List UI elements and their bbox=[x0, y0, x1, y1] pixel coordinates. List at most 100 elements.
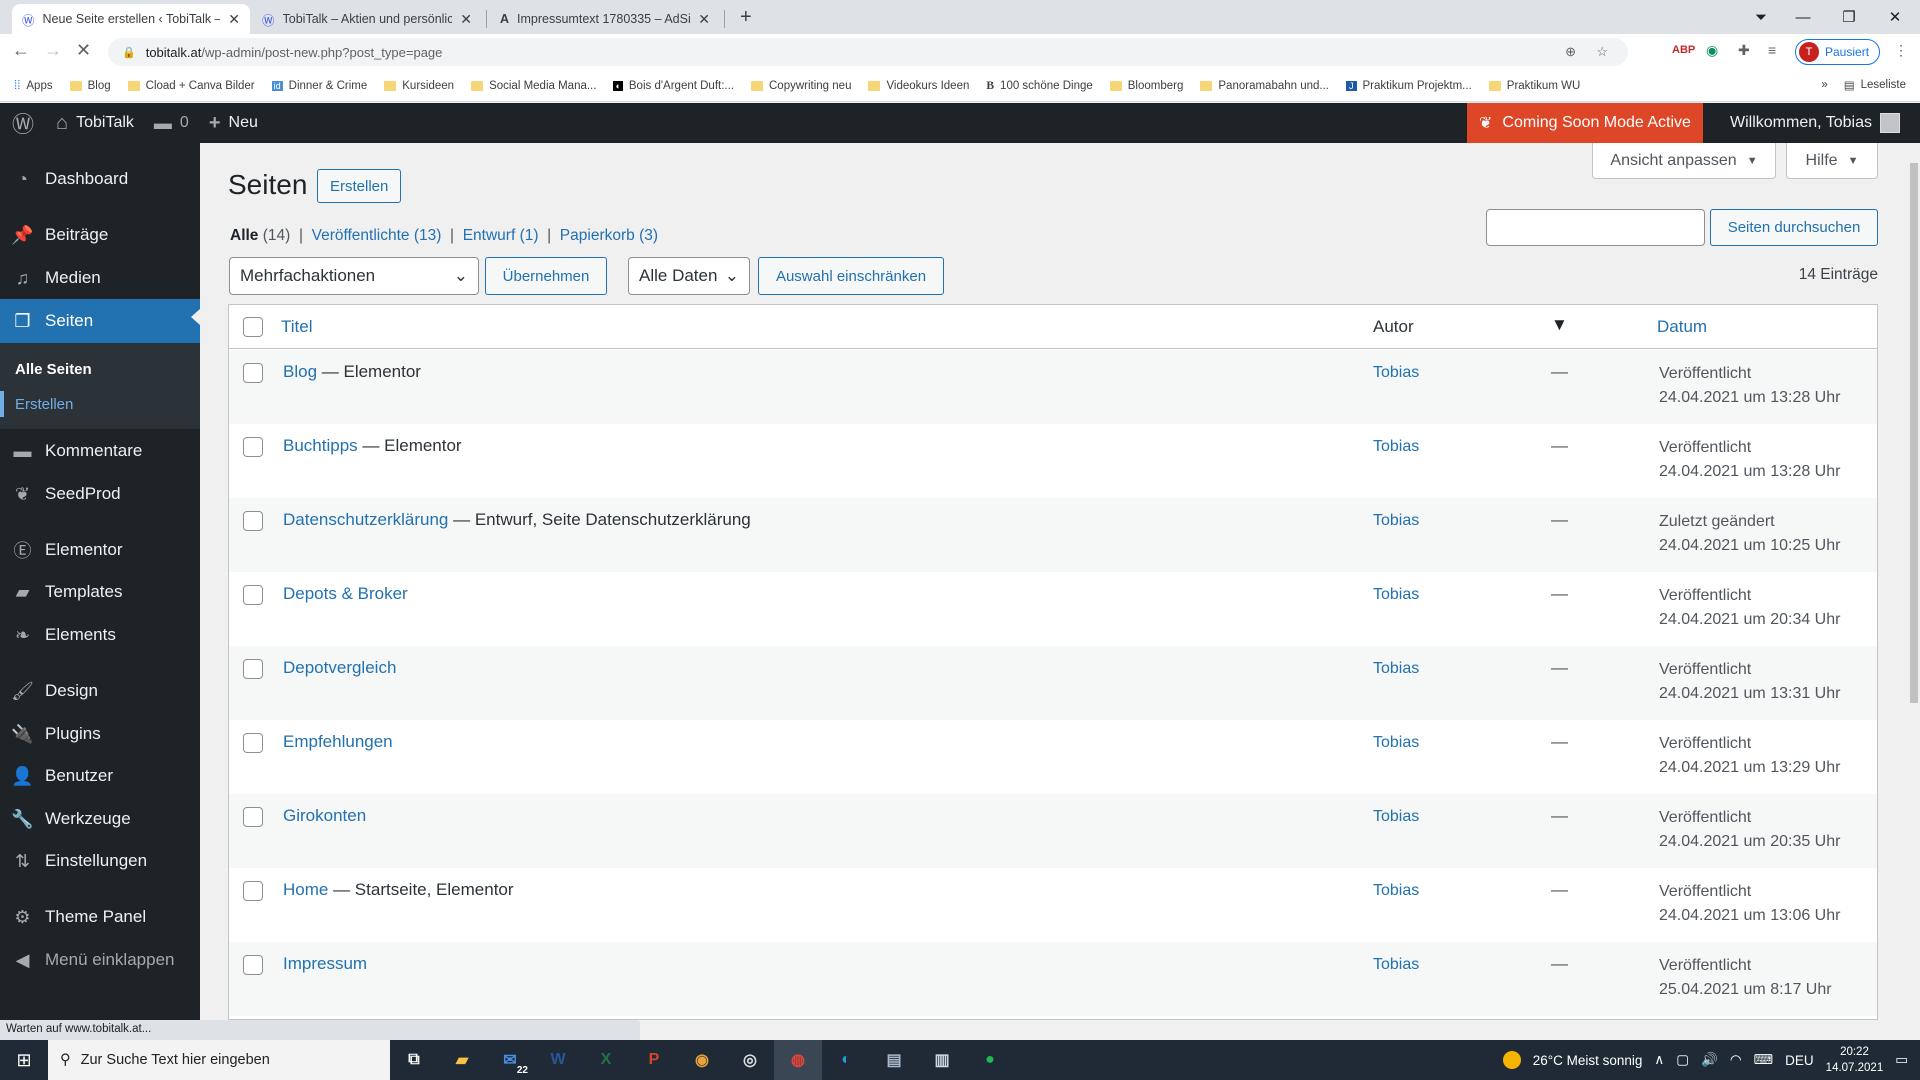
sidebar-item-theme-panel[interactable]: ⚙ Theme Panel bbox=[0, 899, 200, 935]
forward-icon[interactable]: → bbox=[44, 40, 62, 61]
chrome-icon[interactable]: ◍ bbox=[774, 1040, 822, 1080]
row-checkbox[interactable] bbox=[243, 881, 263, 901]
bookmark-item[interactable]: id Dinner & Crime bbox=[271, 80, 367, 92]
extensions-icon[interactable]: ✚ bbox=[1738, 42, 1750, 59]
bookmark-item[interactable]: Panoramabahn und... bbox=[1200, 80, 1329, 92]
obs-icon[interactable]: ◎ bbox=[726, 1040, 774, 1080]
windows-start-button[interactable]: ⊞ bbox=[0, 1040, 48, 1080]
page-title-link[interactable]: Impressum bbox=[283, 954, 367, 973]
profile-button[interactable]: T Pausiert bbox=[1795, 39, 1881, 65]
bookmark-item[interactable]: Cload + Canva Bilder bbox=[127, 80, 255, 92]
date-filter-select[interactable]: Alle Daten ⌄ bbox=[628, 257, 750, 295]
comments-link[interactable]: ▬ 0 bbox=[144, 103, 199, 143]
media-control-icon[interactable]: ≡ bbox=[1768, 42, 1776, 58]
meet-now-icon[interactable]: ▢ bbox=[1676, 1052, 1689, 1068]
volume-icon[interactable]: 🔊 bbox=[1701, 1052, 1718, 1068]
sidebar-item-seedprod[interactable]: ❦ SeedProd bbox=[0, 476, 200, 512]
author-link[interactable]: Tobias bbox=[1373, 438, 1419, 456]
sidebar-item-templates[interactable]: ▰ Templates bbox=[0, 574, 200, 610]
show-hidden-icons[interactable]: ∧ bbox=[1654, 1052, 1664, 1068]
sidebar-item-werkzeuge[interactable]: 🔧 Werkzeuge bbox=[0, 801, 200, 837]
notification-icon[interactable]: ▭ bbox=[1895, 1052, 1908, 1068]
filter-papierkorb[interactable]: Papierkorb (3) bbox=[560, 227, 658, 244]
excel-icon[interactable]: X bbox=[582, 1040, 630, 1080]
page-title-link[interactable]: Girokonten bbox=[283, 806, 366, 825]
sidebar-item-plugins[interactable]: 🔌 Plugins bbox=[0, 716, 200, 752]
bookmark-item[interactable]: Blog bbox=[69, 80, 111, 92]
page-title-link[interactable]: Buchtipps bbox=[283, 436, 358, 455]
author-link[interactable]: Tobias bbox=[1373, 734, 1419, 752]
tab-tobitalk[interactable]: Ⓦ TobiTalk – Aktien und persönliche ✕ bbox=[252, 4, 482, 34]
new-tab-button[interactable]: + bbox=[740, 6, 752, 29]
close-tab-icon[interactable]: ✕ bbox=[698, 11, 710, 28]
tab-impressum[interactable]: A Impressumtext 1780335 – AdSim ✕ bbox=[490, 4, 720, 34]
filter-veroeffentlichte[interactable]: Veröffentlichte (13) bbox=[312, 227, 442, 244]
bookmark-item[interactable]: J Praktikum Projektm... bbox=[1346, 80, 1472, 92]
reading-list-button[interactable]: ▤ Leseliste bbox=[1844, 78, 1906, 92]
restore-button[interactable]: ❐ bbox=[1826, 0, 1872, 34]
tab-search-icon[interactable]: ⏷ bbox=[1738, 0, 1784, 34]
clock[interactable]: 20:22 14.07.2021 bbox=[1826, 1044, 1884, 1076]
add-new-page-button[interactable]: Erstellen bbox=[317, 169, 402, 203]
help-button[interactable]: Hilfe ▼ bbox=[1786, 143, 1878, 179]
bookmark-item[interactable]: Copywriting neu bbox=[751, 80, 851, 92]
back-icon[interactable]: ← bbox=[12, 40, 30, 61]
page-title-link[interactable]: Depots & Broker bbox=[283, 584, 408, 603]
powerpoint-icon[interactable]: P bbox=[630, 1040, 678, 1080]
app-icon[interactable]: ◉ bbox=[678, 1040, 726, 1080]
edge-icon[interactable]: ◐ bbox=[822, 1040, 870, 1080]
task-view-icon[interactable]: ⧉ bbox=[390, 1040, 438, 1080]
filter-button[interactable]: Auswahl einschränken bbox=[758, 257, 944, 295]
bookmark-item[interactable]: Praktikum WU bbox=[1488, 80, 1580, 92]
new-content-link[interactable]: + Neu bbox=[199, 103, 268, 143]
wifi-icon[interactable]: ◠ bbox=[1730, 1052, 1742, 1068]
search-pages-button[interactable]: Seiten durchsuchen bbox=[1710, 209, 1878, 246]
column-title[interactable]: Titel bbox=[281, 317, 313, 337]
bookmark-item[interactable]: ◐ Bois d'Argent Duft:... bbox=[613, 80, 734, 92]
minimize-button[interactable]: — bbox=[1780, 0, 1826, 34]
author-link[interactable]: Tobias bbox=[1373, 808, 1419, 826]
author-link[interactable]: Tobias bbox=[1373, 882, 1419, 900]
site-name-link[interactable]: ⌂ TobiTalk bbox=[46, 103, 144, 143]
bookmark-apps[interactable]: ⁞⁞ Apps bbox=[14, 80, 53, 92]
author-link[interactable]: Tobias bbox=[1373, 586, 1419, 604]
document-icon[interactable]: ▥ bbox=[918, 1040, 966, 1080]
author-link[interactable]: Tobias bbox=[1373, 512, 1419, 530]
collapse-menu-button[interactable]: ◀ Menü einklappen bbox=[0, 942, 200, 978]
tab-neue-seite[interactable]: Ⓦ Neue Seite erstellen ‹ TobiTalk — ✕ bbox=[12, 4, 250, 34]
bookmark-star-icon[interactable]: ☆ bbox=[1596, 44, 1608, 60]
bookmark-item[interactable]: Bloomberg bbox=[1109, 80, 1183, 92]
adblock-icon[interactable]: ABP bbox=[1672, 44, 1695, 56]
coming-soon-badge[interactable]: ❦ Coming Soon Mode Active bbox=[1467, 103, 1703, 143]
sidebar-item-elements[interactable]: ❧ Elements bbox=[0, 617, 200, 653]
apply-button[interactable]: Übernehmen bbox=[485, 257, 607, 295]
close-tab-icon[interactable]: ✕ bbox=[460, 11, 472, 28]
keyboard-icon[interactable]: ⌨ bbox=[1754, 1052, 1774, 1068]
bookmark-item[interactable]: B 100 schöne Dinge bbox=[986, 80, 1092, 92]
submenu-erstellen[interactable]: Erstellen bbox=[15, 396, 73, 413]
column-date[interactable]: Datum bbox=[1657, 317, 1707, 337]
row-checkbox[interactable] bbox=[243, 437, 263, 457]
row-checkbox[interactable] bbox=[243, 733, 263, 753]
sidebar-item-seiten[interactable]: ❐ Seiten bbox=[0, 299, 200, 343]
menu-kebab-icon[interactable]: ⋮ bbox=[1894, 42, 1908, 59]
filter-entwurf[interactable]: Entwurf (1) bbox=[463, 227, 539, 244]
stop-loading-icon[interactable]: ✕ bbox=[76, 40, 91, 61]
row-checkbox[interactable] bbox=[243, 955, 263, 975]
page-title-link[interactable]: Home bbox=[283, 880, 328, 899]
author-link[interactable]: Tobias bbox=[1373, 660, 1419, 678]
address-bar[interactable]: 🔒 tobitalk.at/wp-admin/post-new.php?post… bbox=[108, 38, 1628, 66]
sidebar-item-elementor[interactable]: Ⓔ Elementor bbox=[0, 532, 200, 568]
author-link[interactable]: Tobias bbox=[1373, 956, 1419, 974]
spotify-icon[interactable]: ● bbox=[966, 1040, 1014, 1080]
bulk-actions-select[interactable]: Mehrfachaktionen ⌄ bbox=[229, 257, 479, 295]
bookmark-item[interactable]: Videokurs Ideen bbox=[868, 80, 969, 92]
word-icon[interactable]: W bbox=[534, 1040, 582, 1080]
sidebar-item-benutzer[interactable]: 👤 Benutzer bbox=[0, 758, 200, 794]
sidebar-item-medien[interactable]: ♫ Medien bbox=[0, 260, 200, 296]
close-window-button[interactable]: ✕ bbox=[1872, 0, 1918, 34]
row-checkbox[interactable] bbox=[243, 511, 263, 531]
scrollbar-thumb[interactable] bbox=[1910, 163, 1918, 703]
author-link[interactable]: Tobias bbox=[1373, 364, 1419, 382]
comment-column-icon[interactable]: ▼ bbox=[1551, 315, 1568, 335]
